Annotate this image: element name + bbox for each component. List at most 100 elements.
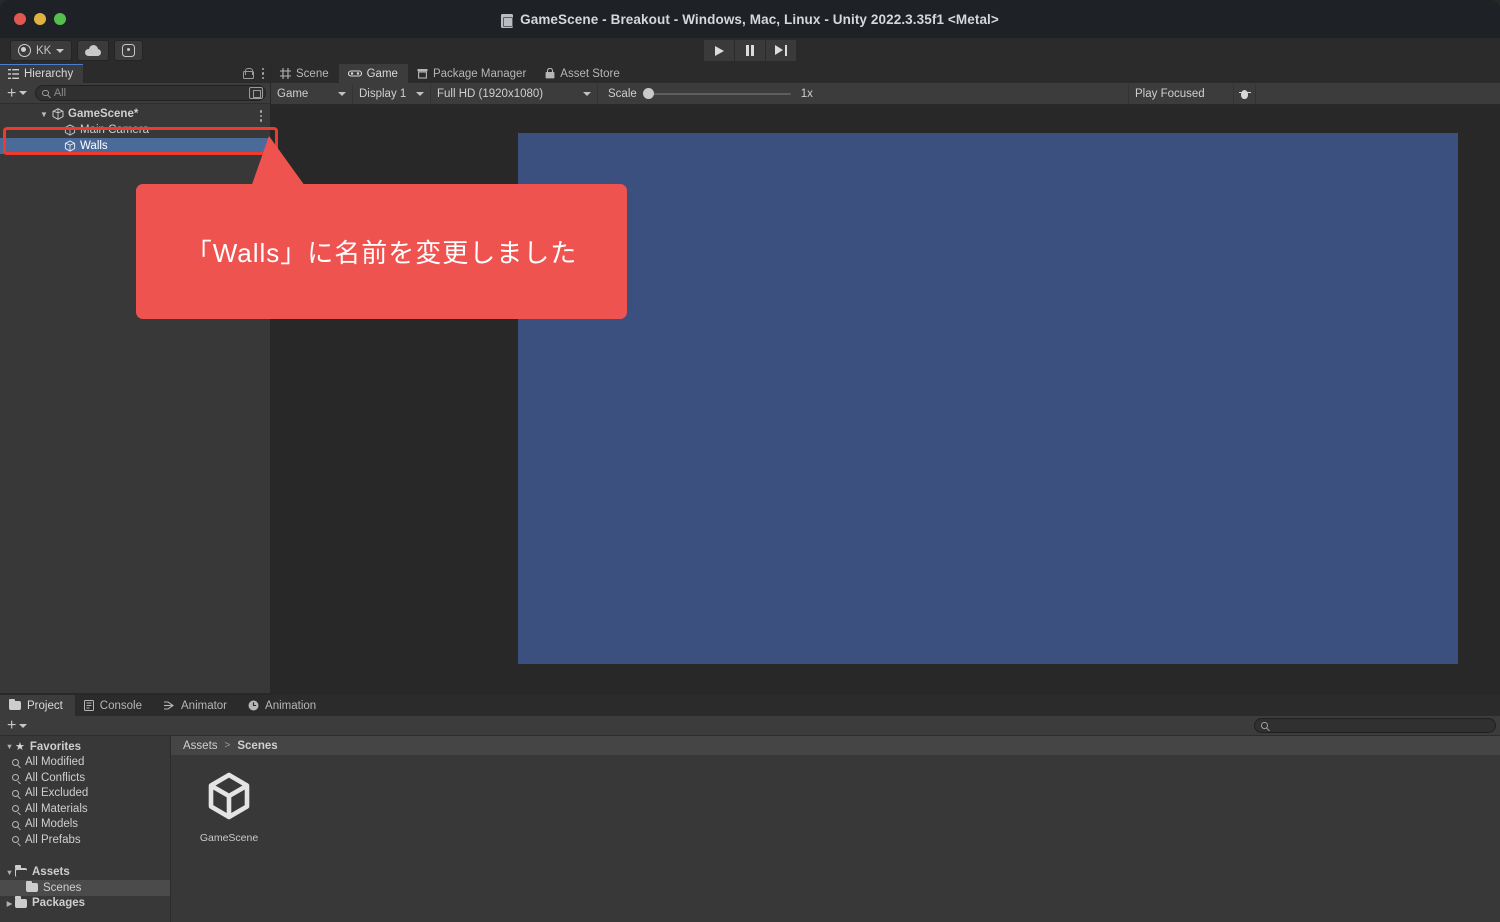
twisty-collapsed-icon[interactable]: ▶ [4,899,15,908]
search-icon [12,820,19,828]
tab-animation[interactable]: Animation [239,695,328,716]
resolution-dropdown[interactable]: Full HD (1920x1080) [431,83,598,104]
pause-button[interactable] [735,40,765,61]
cloud-button[interactable] [77,40,110,61]
search-icon [12,758,19,766]
tree-row-all-conflicts[interactable]: All Conflicts [0,770,171,786]
tree-row-label: All Prefabs [25,833,81,846]
main-toolbar: KK [0,38,1500,64]
twisty-expanded-icon[interactable]: ▼ [4,868,15,877]
tab-label: Animation [265,699,317,712]
tab-label: Scene [296,67,329,80]
twisty-expanded-icon[interactable]: ▼ [38,110,50,119]
tab-label: Game [366,67,398,80]
tab-scene[interactable]: Scene [271,64,339,83]
breadcrumb-item-assets[interactable]: Assets [183,740,218,752]
folder-open-icon [15,865,27,877]
bottom-tab-row: Project Console Animator Animation [0,695,1500,716]
chevron-down-icon [19,91,28,95]
lock-open-icon[interactable] [242,68,254,79]
search-icon [1261,722,1268,729]
folder-icon [26,880,38,893]
bug-icon [1238,88,1251,100]
scale-slider[interactable] [642,88,791,100]
project-body: ▼ ★ Favorites All Modified All Conflicts… [0,736,1500,922]
scale-control: Scale 1x [598,88,813,100]
tree-row-packages[interactable]: ▶ Packages [0,896,171,912]
slider-knob[interactable] [642,88,654,99]
tree-row-label: Scenes [43,881,82,894]
hierarchy-row-gamescene[interactable]: ▼ GameScene* [0,106,270,122]
stats-button[interactable] [1234,84,1256,104]
settings-button[interactable] [114,40,144,61]
hierarchy-tab-row: Hierarchy [0,64,270,83]
hierarchy-search-placeholder: All [53,87,67,99]
account-label: KK [36,44,52,57]
search-filter-icon[interactable] [249,87,263,99]
project-tree: ▼ ★ Favorites All Modified All Conflicts… [0,736,171,922]
folder-icon [15,896,27,908]
breadcrumb-item-scenes[interactable]: Scenes [237,740,277,752]
cloud-icon [85,45,102,56]
game-view-toolbar: Game Display 1 Full HD (1920x1080) Scale… [271,83,1500,105]
display-dropdown[interactable]: Display 1 [353,83,431,104]
animation-clock-icon [248,700,259,711]
tree-row-label: Assets [32,866,70,879]
tree-row-favorites[interactable]: ▼ ★ Favorites [0,739,171,755]
tab-console[interactable]: Console [75,695,154,716]
add-gameobject-button[interactable]: + [4,84,30,102]
hierarchy-header-icons [242,64,264,83]
create-asset-button[interactable]: + [4,718,30,734]
kebab-menu-icon[interactable] [261,67,264,80]
tab-asset-store[interactable]: Asset Store [536,64,629,83]
tab-package-manager[interactable]: Package Manager [408,64,536,83]
tree-row-all-excluded[interactable]: All Excluded [0,786,171,802]
chevron-down-icon [416,91,424,96]
hierarchy-row-label: GameScene* [68,108,139,120]
plus-icon: + [7,84,17,102]
tree-row-label: Favorites [29,740,82,753]
tree-row-label: All Excluded [25,787,89,800]
hierarchy-row-walls[interactable]: Walls [0,138,270,154]
window-title: GameScene - Breakout - Windows, Mac, Lin… [0,0,1500,38]
folder-icon [9,698,21,710]
chevron-down-icon [19,723,28,728]
hierarchy-row-main-camera[interactable]: Main Camera [0,122,270,138]
game-viewport[interactable] [518,133,1458,664]
asset-item-gamescene[interactable]: GameScene [193,769,265,844]
step-forward-icon [775,45,787,56]
chevron-down-icon [56,48,65,53]
play-mode-dropdown[interactable]: Play Focused [1128,84,1234,104]
hierarchy-panel: Hierarchy + All ▼ GameScene* Main Camera… [0,64,270,693]
play-button[interactable] [704,40,734,61]
account-button[interactable]: KK [10,40,73,61]
tree-row-all-materials[interactable]: All Materials [0,801,171,817]
tree-row-scenes[interactable]: Scenes [0,880,171,896]
kebab-menu-icon[interactable] [259,110,262,122]
chevron-down-icon [338,91,346,96]
search-icon [42,89,49,97]
hierarchy-search-input[interactable]: All [35,85,266,101]
tree-row-all-modified[interactable]: All Modified [0,755,171,771]
twisty-expanded-icon[interactable]: ▼ [4,742,15,751]
project-search-input[interactable] [1254,718,1496,733]
tree-row-assets[interactable]: ▼ Assets [0,865,171,881]
tree-row-all-prefabs[interactable]: All Prefabs [0,832,171,848]
project-toolbar: + [0,716,1500,736]
scene-grid-icon [280,68,291,79]
gameobject-cube-icon [64,140,76,152]
view-mode-dropdown[interactable]: Game [271,83,353,104]
tab-hierarchy[interactable]: Hierarchy [0,64,84,83]
tab-project[interactable]: Project [0,695,75,716]
tab-label: Asset Store [560,67,620,80]
tree-row-all-models[interactable]: All Models [0,817,171,833]
tab-animator[interactable]: Animator [154,695,239,716]
step-button[interactable] [766,40,796,61]
annotation-callout: 「Walls」に名前を変更しました [136,184,627,319]
hierarchy-row-label: Main Camera [80,124,150,136]
search-icon [12,774,19,782]
hierarchy-toolbar: + All [0,83,270,104]
tab-game[interactable]: Game [338,64,408,83]
breadcrumb: Assets > Scenes [171,736,1500,755]
game-toolbar-right: Play Focused [1128,84,1256,104]
